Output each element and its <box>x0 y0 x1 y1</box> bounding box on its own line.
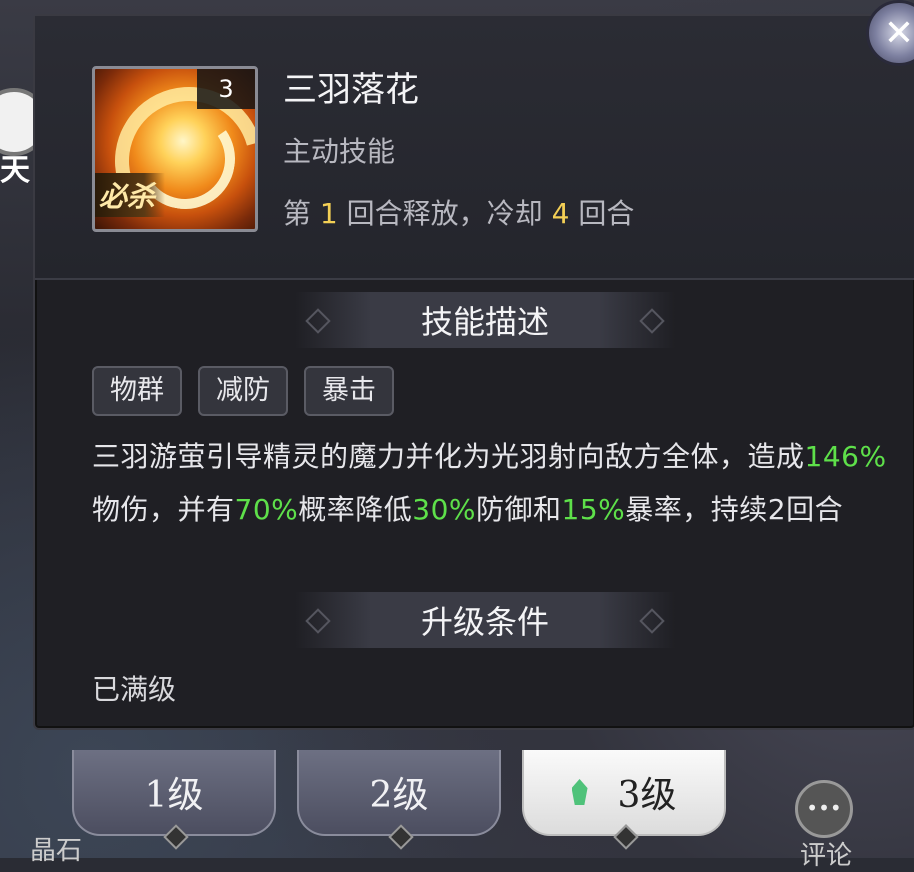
level-tab-3[interactable]: 3级 <box>522 750 726 850</box>
desc-highlight: 30% <box>412 493 476 526</box>
upgrade-status: 已满级 <box>92 673 177 706</box>
cooldown-middle: 回合释放，冷却 <box>346 197 543 230</box>
level-tab-label: 2级 <box>369 775 429 816</box>
desc-text: 防御和 <box>476 493 562 526</box>
skill-tag: 物群 <box>92 366 182 416</box>
skill-level-badge: 3 <box>197 69 255 109</box>
skill-description: 三羽游萤引导精灵的魔力并化为光羽射向敌方全体，造成146% 物伤，并有70%概率降… <box>92 430 892 536</box>
desc-text: 三羽游萤引导精灵的魔力并化为光羽射向敌方全体，造成 <box>92 440 805 473</box>
skill-tags: 物群 减防 暴击 <box>92 366 394 416</box>
skill-tag: 减防 <box>198 366 288 416</box>
background-crystal-label: 晶石 <box>30 836 83 866</box>
ultimate-label: 必杀 <box>95 173 166 217</box>
desc-highlight: 70% <box>234 493 299 526</box>
skill-cooldown: 第 1 回合释放，冷却 4 回合 <box>283 192 634 232</box>
background-comment-label: 评论 <box>800 841 853 871</box>
skill-icon: 3 必杀 <box>92 66 258 232</box>
comment-icon[interactable]: ••• <box>795 780 853 838</box>
release-turn: 1 <box>319 197 338 230</box>
level-tab-label: 3级 <box>617 775 677 816</box>
skill-type: 主动技能 <box>283 135 396 168</box>
skill-name: 三羽落花 <box>283 70 419 110</box>
cooldown-prefix: 第 <box>283 197 312 230</box>
background-left-label: 天 <box>0 153 30 188</box>
cooldown-suffix: 回合 <box>578 197 635 230</box>
desc-highlight: 15% <box>561 493 626 526</box>
close-icon: ✕ <box>883 12 914 54</box>
desc-text: 暴率，持续2回合 <box>625 493 844 526</box>
desc-text: 概率降低 <box>298 493 413 526</box>
desc-highlight: 146% <box>804 440 887 473</box>
description-section-title: 技能描述 <box>295 292 675 348</box>
level-tab-1[interactable]: 1级 <box>72 750 276 850</box>
skill-tag: 暴击 <box>304 366 394 416</box>
cooldown-turns: 4 <box>551 197 570 230</box>
level-tab-2[interactable]: 2级 <box>297 750 501 850</box>
upgrade-section-title: 升级条件 <box>295 592 675 648</box>
gem-icon <box>571 779 588 805</box>
level-tab-label: 1级 <box>144 775 204 816</box>
desc-text: 物伤，并有 <box>92 493 235 526</box>
